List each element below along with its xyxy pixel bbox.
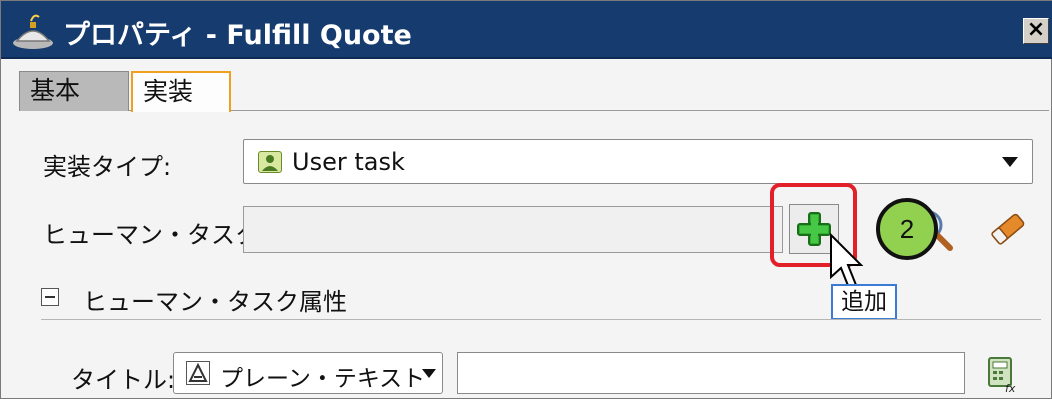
title-bar[interactable]: プロパティ - Fulfill Quote × — [1, 1, 1052, 59]
impl-type-label: 実装タイプ: — [43, 153, 172, 181]
chevron-down-icon — [1002, 157, 1018, 167]
svg-text:fx: fx — [1005, 382, 1016, 394]
properties-dialog: プロパティ - Fulfill Quote × 基本 実装 実装タイプ: Use… — [0, 0, 1052, 399]
clear-human-task-button[interactable] — [986, 207, 1030, 251]
title-text-input[interactable] — [457, 352, 965, 394]
human-task-field[interactable] — [243, 206, 783, 253]
tab-bar: 基本 実装 — [19, 71, 1049, 112]
collapse-section-icon[interactable] — [41, 288, 59, 306]
close-button[interactable]: × — [1023, 18, 1049, 44]
tab-basic[interactable]: 基本 — [19, 71, 129, 111]
user-task-icon — [258, 151, 282, 173]
section-divider — [41, 319, 1041, 320]
add-tooltip: 追加 — [831, 284, 897, 320]
impl-type-value: User task — [292, 148, 405, 176]
human-task-label: ヒューマン・タスク: — [43, 221, 268, 249]
tab-implementation[interactable]: 実装 — [131, 71, 231, 112]
title-label: タイトル: — [71, 366, 176, 394]
teapot-app-icon — [13, 14, 53, 49]
plain-text-format-icon — [186, 361, 210, 385]
calculator-fx-icon: fx — [988, 357, 1016, 395]
section-title: ヒューマン・タスク属性 — [83, 288, 347, 316]
impl-type-select[interactable]: User task — [243, 139, 1033, 184]
expression-builder-button[interactable]: fx — [983, 354, 1021, 395]
title-format-select[interactable]: プレーン・テキスト — [173, 352, 443, 394]
chevron-down-icon — [422, 369, 436, 378]
eraser-icon — [991, 213, 1025, 245]
window-title: プロパティ - Fulfill Quote — [63, 20, 412, 51]
step-number-badge: 2 — [876, 198, 938, 260]
title-format-value: プレーン・テキスト — [220, 366, 426, 392]
